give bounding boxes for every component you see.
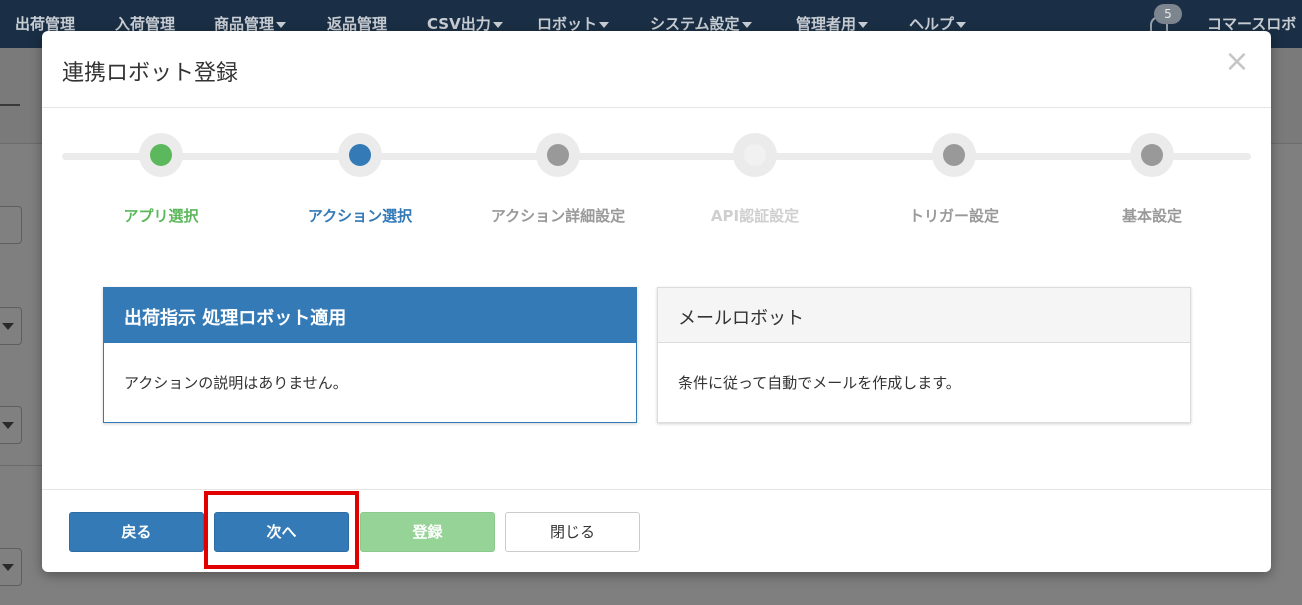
step-label: トリガー設定 [908,207,999,225]
chevron-down-icon [741,21,752,28]
close-icon[interactable]: × [1224,47,1250,77]
step-dot-icon [943,144,965,166]
step-label: アクション選択 [307,207,413,225]
background-select [0,548,22,586]
step-dot-icon [150,144,172,166]
action-card-mail-robot[interactable]: メールロボット 条件に従って自動でメールを作成します。 [657,287,1191,423]
caret-down-icon [2,564,14,571]
caret-down-icon [2,323,14,330]
chevron-down-icon [956,21,967,28]
next-button-highlight [204,491,359,569]
chevron-down-icon [858,21,869,28]
background-select [0,307,22,345]
action-card-shipping-robot[interactable]: 出荷指示 処理ロボット適用 アクションの説明はありません。 [103,287,637,423]
register-button[interactable]: 登録 [360,512,495,552]
step-label: 基本設定 [1121,207,1182,225]
notification-badge: 5 [1154,4,1182,24]
chevron-down-icon [276,21,287,28]
step-label: アプリ選択 [123,207,199,225]
stepper-track [62,153,1251,160]
caret-down-icon [2,422,14,429]
card-title: メールロボット [658,288,1190,343]
step-label: API認証設定 [710,207,800,225]
step-dot-icon [349,144,371,166]
step-label: アクション詳細設定 [490,207,626,225]
robot-registration-modal: 連携ロボット登録 × アプリ選択 アクション選択 アクション詳細設定 API認証… [42,31,1271,572]
step-dot-icon [547,144,569,166]
wizard-stepper: アプリ選択 アクション選択 アクション詳細設定 API認証設定 トリガー設定 基… [42,108,1271,258]
background-input [0,206,22,244]
close-button[interactable]: 閉じる [505,512,640,552]
card-title: 出荷指示 処理ロボット適用 [104,288,636,343]
background-underline [0,104,20,106]
step-dot-icon [744,144,766,166]
modal-title: 連携ロボット登録 [62,61,239,86]
back-button[interactable]: 戻る [69,512,204,552]
chevron-down-icon [492,21,503,28]
modal-header: 連携ロボット登録 × [42,31,1271,108]
chevron-down-icon [599,21,610,28]
background-select [0,406,22,444]
step-dot-icon [1141,144,1163,166]
card-description: 条件に従って自動でメールを作成します。 [678,374,961,392]
card-description: アクションの説明はありません。 [124,374,348,392]
